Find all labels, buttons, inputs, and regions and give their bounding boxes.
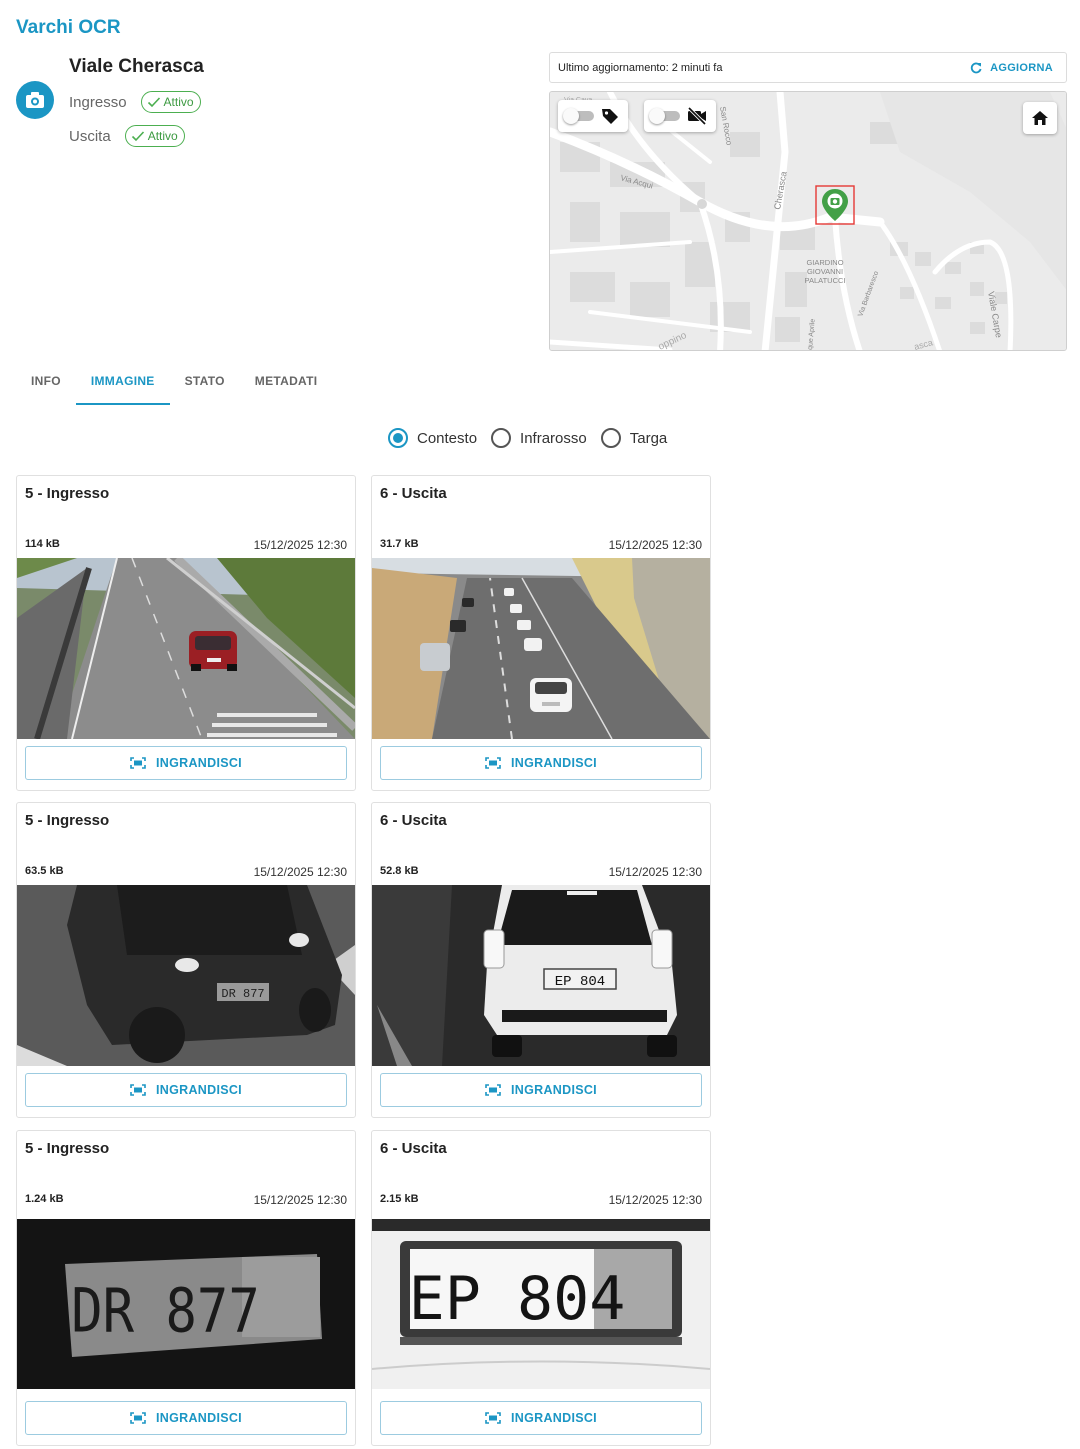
context-image <box>372 558 710 739</box>
home-icon <box>1032 111 1048 125</box>
timestamp: 15/12/2025 12:30 <box>608 1193 702 1207</box>
fullscreen-icon <box>485 1412 501 1424</box>
tab-stato[interactable]: STATO <box>170 364 240 405</box>
last-update-text: Ultimo aggiornamento: 2 minuti fa <box>558 61 723 74</box>
image-card: 5 - Ingresso 114 kB 15/12/2025 12:30 ING… <box>16 475 356 791</box>
refresh-icon <box>970 62 982 73</box>
enlarge-button[interactable]: INGRANDISCI <box>25 1073 347 1107</box>
home-button[interactable] <box>1023 102 1057 134</box>
file-size: 52.8 kB <box>380 865 419 877</box>
direction-uscita: Uscita Attivo <box>69 125 185 147</box>
context-image <box>17 558 355 739</box>
status-badge: Attivo <box>140 91 201 113</box>
radio-contesto[interactable]: Contesto <box>388 428 477 448</box>
card-title: 6 - Uscita <box>380 485 447 502</box>
file-size: 2.15 kB <box>380 1193 419 1205</box>
map[interactable]: Cherasca Via Acqui San Rocco GIARDINO GI… <box>549 91 1067 351</box>
timestamp: 15/12/2025 12:30 <box>608 538 702 552</box>
enlarge-button[interactable]: INGRANDISCI <box>25 1401 347 1435</box>
map-marker-icon[interactable] <box>819 187 851 223</box>
tab-metadati[interactable]: METADATI <box>240 364 333 405</box>
radio-button[interactable] <box>388 428 408 448</box>
map-tiles: Cherasca Via Acqui San Rocco GIARDINO GI… <box>550 92 1066 350</box>
image-card: 6 - Uscita 2.15 kB 15/12/2025 12:30 EP 8… <box>371 1130 711 1446</box>
card-title: 5 - Ingresso <box>25 485 110 502</box>
tab-info[interactable]: INFO <box>16 364 76 405</box>
svg-text:GIARDINO: GIARDINO <box>806 258 843 267</box>
tab-immagine[interactable]: IMMAGINE <box>75 364 170 405</box>
fullscreen-icon <box>130 1084 146 1096</box>
file-size: 1.24 kB <box>25 1193 64 1205</box>
tab-bar: INFO IMMAGINE STATO METADATI <box>16 364 332 405</box>
app-title: Varchi OCR <box>16 17 121 38</box>
radio-button[interactable] <box>491 428 512 448</box>
fullscreen-icon <box>130 1412 146 1424</box>
card-title: 5 - Ingresso <box>25 812 110 829</box>
timestamp: 15/12/2025 12:30 <box>253 1193 347 1207</box>
camera-toggle-control[interactable] <box>644 100 716 132</box>
image-card: 5 - Ingresso 1.24 kB 15/12/2025 12:30 DR… <box>16 1130 356 1446</box>
camera-toggle[interactable] <box>649 108 680 124</box>
update-bar: Ultimo aggiornamento: 2 minuti fa AGGIOR… <box>549 52 1067 83</box>
svg-text:DR 877: DR 877 <box>71 1276 260 1347</box>
card-title: 6 - Uscita <box>380 812 447 829</box>
image-card: 5 - Ingresso 63.5 kB 15/12/2025 12:30 DR… <box>16 802 356 1118</box>
infrared-image: EP 804 <box>372 885 710 1066</box>
timestamp: 15/12/2025 12:30 <box>608 865 702 879</box>
file-size: 63.5 kB <box>25 865 64 877</box>
card-title: 5 - Ingresso <box>25 1140 110 1157</box>
fullscreen-icon <box>130 757 146 769</box>
svg-text:DR 877: DR 877 <box>221 987 264 1001</box>
radio-targa[interactable]: Targa <box>600 428 667 448</box>
enlarge-button[interactable]: INGRANDISCI <box>25 746 347 780</box>
svg-text:GIOVANNI: GIOVANNI <box>807 267 843 276</box>
svg-text:EP 804: EP 804 <box>409 1264 626 1334</box>
enlarge-button[interactable]: INGRANDISCI <box>380 746 702 780</box>
direction-label: Uscita <box>69 127 111 145</box>
direction-label: Ingresso <box>69 93 127 111</box>
image-card: 6 - Uscita 52.8 kB 15/12/2025 12:30 EP 8… <box>371 802 711 1118</box>
image-type-selector: Contesto Infrarosso Targa <box>388 428 667 448</box>
plate-image: EP 804 <box>372 1219 710 1389</box>
infrared-image: DR 877 <box>17 885 355 1066</box>
camera-icon <box>16 81 54 119</box>
label-toggle-control[interactable] <box>558 100 628 132</box>
videocam-off-icon <box>687 106 707 126</box>
plate-image: DR 877 <box>17 1219 355 1389</box>
file-size: 31.7 kB <box>380 538 419 550</box>
fullscreen-icon <box>485 1084 501 1096</box>
enlarge-button[interactable]: INGRANDISCI <box>380 1073 702 1107</box>
label-toggle[interactable] <box>563 108 594 124</box>
enlarge-button[interactable]: INGRANDISCI <box>380 1401 702 1435</box>
svg-text:EP 804: EP 804 <box>555 974 605 990</box>
radio-button[interactable] <box>600 428 621 448</box>
radio-infrarosso[interactable]: Infrarosso <box>491 428 587 448</box>
image-card: 6 - Uscita 31.7 kB 15/12/2025 12:30 INGR… <box>371 475 711 791</box>
check-icon <box>131 131 144 142</box>
svg-text:PALATUCCI: PALATUCCI <box>805 276 846 285</box>
check-icon <box>147 97 160 108</box>
file-size: 114 kB <box>25 538 60 550</box>
refresh-button[interactable]: AGGIORNA <box>970 62 1053 74</box>
fullscreen-icon <box>485 757 501 769</box>
status-badge: Attivo <box>124 125 185 147</box>
gate-name: Viale Cherasca <box>69 56 204 77</box>
timestamp: 15/12/2025 12:30 <box>253 538 347 552</box>
direction-ingresso: Ingresso Attivo <box>69 91 201 113</box>
timestamp: 15/12/2025 12:30 <box>253 865 347 879</box>
tag-icon <box>602 109 618 124</box>
card-title: 6 - Uscita <box>380 1140 447 1157</box>
